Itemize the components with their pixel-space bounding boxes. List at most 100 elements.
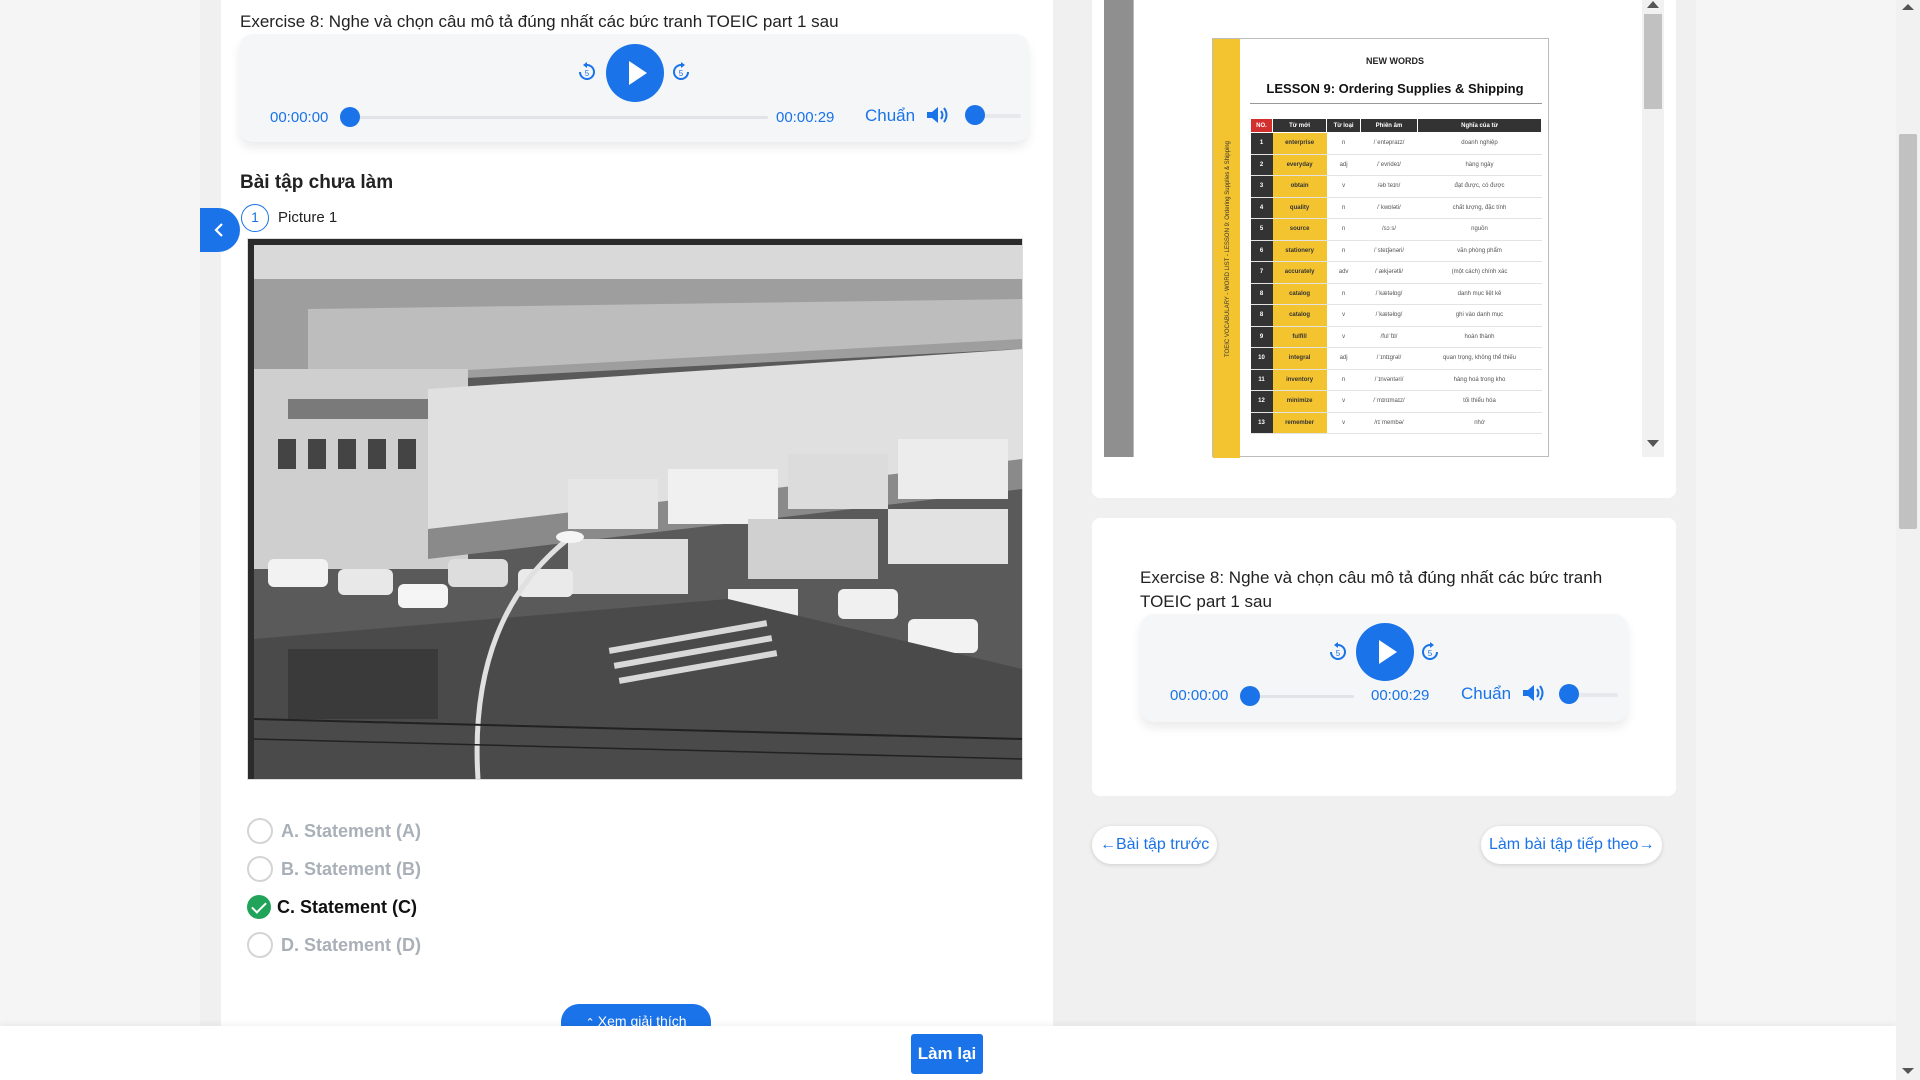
vocab-cell: ghi vào danh mục — [1417, 304, 1542, 327]
rewind-5-icon[interactable]: 5 — [1328, 642, 1348, 662]
sheet-header: NEW WORDS — [1366, 56, 1424, 66]
vocab-cell: v — [1326, 390, 1361, 413]
current-time: 00:00:00 — [270, 109, 329, 126]
exercise-title: Exercise 8: Nghe và chọn câu mô tả đúng … — [240, 12, 839, 31]
question-label: Picture 1 — [278, 209, 338, 226]
document-scroll-thumb[interactable] — [1644, 14, 1662, 109]
option-b-radio[interactable] — [247, 856, 273, 882]
volume-icon[interactable] — [925, 104, 951, 126]
vocab-row: 2 everyday adj/ˈevrideɪ/hàng ngày — [1250, 154, 1542, 176]
page-scroll-down-icon[interactable] — [1902, 1068, 1914, 1074]
exercise-title-secondary: Exercise 8: Nghe và chọn câu mô tả đúng … — [1140, 566, 1602, 614]
play-button-secondary[interactable] — [1356, 623, 1414, 681]
vocab-cell: stationery — [1272, 240, 1327, 262]
vocab-cell: /ˈækjərətli/ — [1360, 261, 1418, 284]
previous-exercise-button[interactable]: ←Bài tập trước — [1092, 826, 1218, 864]
option-c-check-icon[interactable] — [247, 895, 271, 919]
vocab-cell: 8 — [1250, 304, 1273, 327]
section-title: Bài tập chưa làm — [240, 172, 394, 193]
vocab-cell: /sɔːs/ — [1360, 218, 1418, 241]
svg-text:5: 5 — [1336, 649, 1341, 658]
vocab-cell: hàng hoá trong kho — [1417, 369, 1542, 391]
vocab-cell: /ˈɪnvəntəri/ — [1360, 369, 1418, 391]
vocab-cell: /rɪˈmembə/ — [1360, 412, 1418, 434]
vocab-cell: 12 — [1250, 390, 1273, 413]
vocab-cell: 13 — [1250, 412, 1273, 434]
volume-knob-secondary[interactable] — [1559, 684, 1579, 704]
option-d-radio[interactable] — [247, 932, 273, 958]
scroll-down-icon[interactable] — [1647, 440, 1659, 447]
vocab-cell: 1 — [1250, 132, 1273, 155]
vocab-cell: 3 — [1250, 175, 1273, 198]
vocab-row: 11 inventory n/ˈɪnvəntəri/hàng hoá trong k… — [1250, 369, 1542, 391]
vocab-cell: 10 — [1250, 347, 1273, 370]
vocab-cell: everyday — [1272, 154, 1327, 176]
vocab-cell: fulfill — [1272, 326, 1327, 348]
option-a[interactable]: A. Statement (A) — [247, 816, 421, 846]
speed-select-secondary[interactable]: Chuẩn — [1461, 684, 1511, 704]
vocab-cell: quality — [1272, 197, 1327, 219]
vocab-row: 10 integral adj/ˈɪntɪɡrəl/quan trọng, khôn… — [1250, 347, 1542, 370]
vocab-cell: quan trọng, không thể thiếu — [1417, 347, 1542, 370]
vocab-cell: /ˈentəpraɪz/ — [1360, 132, 1418, 155]
svg-text:5: 5 — [679, 69, 684, 78]
progress-knob-secondary[interactable] — [1240, 686, 1260, 706]
volume-knob[interactable] — [965, 105, 985, 125]
scroll-up-icon[interactable] — [1647, 1, 1659, 8]
vocab-row: 4 quality n/ˈkwɒləti/chất lượng, đặc tính — [1250, 197, 1542, 219]
page-scroll-thumb[interactable] — [1899, 134, 1917, 529]
redo-button[interactable]: Làm lại — [911, 1034, 983, 1074]
vocab-cell: hàng ngày — [1417, 154, 1542, 176]
option-a-radio[interactable] — [247, 818, 273, 844]
progress-track-secondary[interactable] — [1250, 695, 1354, 698]
vocab-cell: enterprise — [1272, 132, 1327, 155]
speed-select[interactable]: Chuẩn — [865, 106, 915, 126]
progress-track[interactable] — [349, 116, 768, 119]
col-header: Từ loại — [1326, 118, 1361, 133]
forward-5-icon[interactable]: 5 — [1420, 642, 1440, 662]
vocab-row: 9 fulfill v/fʊlˈfɪl/hoàn thành — [1250, 326, 1542, 348]
vocab-header-row: NO. Từ mới Từ loại Phiên âm Nghĩa của từ — [1250, 118, 1543, 133]
vocab-cell: catalog — [1272, 304, 1327, 327]
next-exercise-button[interactable]: Làm bài tập tiếp theo→ — [1481, 826, 1663, 864]
vocab-cell: adv — [1326, 261, 1361, 284]
vocab-cell: v — [1326, 175, 1361, 198]
vocab-cell: 11 — [1250, 369, 1273, 391]
vocab-cell: /ˈsteɪʃənəri/ — [1360, 240, 1418, 262]
page-scroll-up-icon[interactable] — [1902, 4, 1914, 10]
vocab-cell: /ˈevrideɪ/ — [1360, 154, 1418, 176]
vocab-cell: adj — [1326, 154, 1361, 176]
sheet-side-strip: TOEIC VOCABULARY - WORD LIST - LESSON 9:… — [1213, 39, 1240, 458]
exercise-title-line2: TOEIC part 1 sau — [1140, 592, 1272, 611]
vocab-cell: accurately — [1272, 261, 1327, 284]
vocab-cell: v — [1326, 326, 1361, 348]
vocab-cell: remember — [1272, 412, 1327, 434]
vocab-cell: 4 — [1250, 197, 1273, 219]
vocab-cell: inventory — [1272, 369, 1327, 391]
vocab-cell: 6 — [1250, 240, 1273, 262]
sheet-divider — [1250, 103, 1542, 104]
vocab-cell: 9 — [1250, 326, 1273, 348]
sheet-title: LESSON 9: Ordering Supplies & Shipping — [1266, 81, 1524, 96]
option-c[interactable]: C. Statement (C) — [247, 892, 417, 922]
vocab-cell: doanh nghiệp — [1417, 132, 1542, 155]
sheet-side-text: TOEIC VOCABULARY - WORD LIST - LESSON 9:… — [1225, 141, 1231, 357]
option-b[interactable]: B. Statement (B) — [247, 854, 421, 884]
rewind-5-icon[interactable]: 5 — [577, 62, 597, 82]
progress-knob[interactable] — [340, 107, 360, 127]
vocab-cell: obtain — [1272, 175, 1327, 198]
question-number-badge[interactable]: 1 — [241, 204, 269, 232]
vocab-cell: source — [1272, 218, 1327, 241]
vocab-cell: 7 — [1250, 261, 1273, 284]
vocab-cell: văn phòng phẩm — [1417, 240, 1542, 262]
option-c-label: C. Statement (C) — [277, 896, 418, 917]
vocab-cell: nguồn — [1417, 218, 1542, 241]
option-d[interactable]: D. Statement (D) — [247, 930, 421, 960]
play-button[interactable] — [606, 44, 664, 102]
forward-5-icon[interactable]: 5 — [671, 62, 691, 82]
volume-icon[interactable] — [1521, 682, 1547, 704]
vocab-cell: tối thiểu hóa — [1417, 390, 1542, 413]
vocab-cell: /fʊlˈfɪl/ — [1360, 326, 1418, 348]
vocab-cell: hoàn thành — [1417, 326, 1542, 348]
col-header: Nghĩa của từ — [1416, 118, 1543, 133]
